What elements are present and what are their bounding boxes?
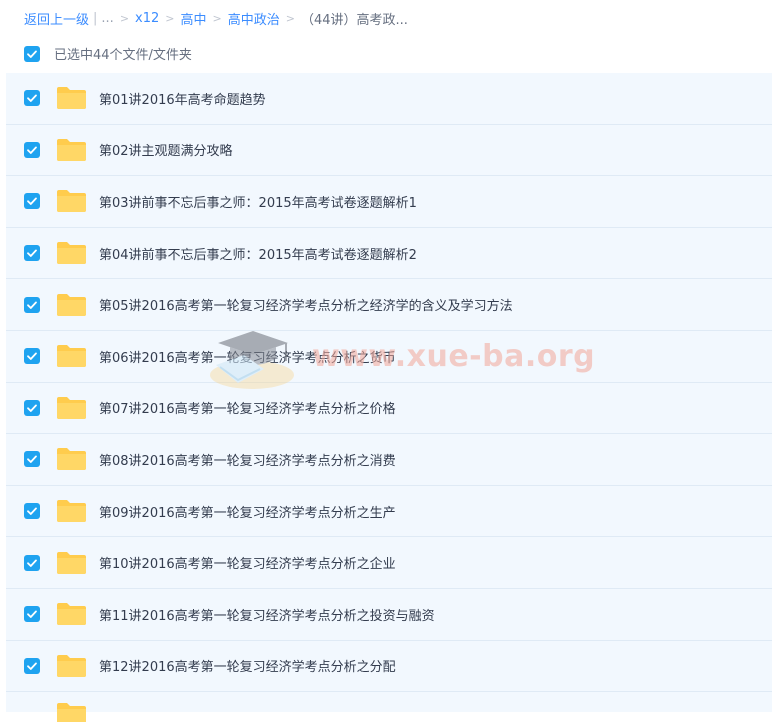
breadcrumb: 返回上一级 | ... > x12 > 高中 > 高中政治 > （44讲）高考政… (24, 8, 408, 28)
checkmark-icon (27, 662, 37, 670)
file-list: 第01讲2016年高考命题趋势 第02讲主观题满分攻略第03讲前事不忘后事之师：2… (6, 73, 772, 722)
file-name[interactable]: 第11讲2016高考第一轮复习经济学考点分析之投资与融资 (99, 605, 435, 624)
checkmark-icon (27, 94, 37, 103)
file-name[interactable]: 第08讲2016高考第一轮复习经济学考点分析之消费 (99, 450, 396, 469)
chevron-right-icon: > (165, 11, 175, 25)
file-name[interactable]: 第05讲2016高考第一轮复习经济学考点分析之经济学的含义及学习方法 (99, 295, 513, 314)
row-checkbox[interactable] (24, 90, 40, 107)
checkmark-icon (27, 455, 37, 464)
breadcrumb-ellipsis[interactable]: ... (101, 11, 113, 26)
selection-count-label: 已选中44个文件/文件夹 (54, 48, 192, 63)
file-row[interactable]: 第10讲2016高考第一轮复习经济学考点分析之企业 (6, 537, 772, 589)
file-name[interactable]: 第03讲前事不忘后事之师：2015年高考试卷逐题解析1 (99, 192, 417, 211)
file-row[interactable]: 第02讲主观题满分攻略 (6, 124, 772, 177)
folder-icon (57, 293, 86, 316)
chevron-right-icon: > (212, 11, 222, 25)
file-name[interactable]: 第07讲2016高考第一轮复习经济学考点分析之价格 (99, 398, 396, 417)
checkmark-icon (27, 404, 37, 412)
file-row[interactable]: 第12讲2016高考第一轮复习经济学考点分析之分配 (6, 640, 772, 693)
checkmark-icon (27, 301, 37, 309)
checkmark-icon (27, 249, 37, 257)
row-checkbox[interactable] (24, 606, 40, 623)
file-name[interactable]: 第02讲主观题满分攻略 (99, 140, 233, 159)
file-row[interactable]: 第08讲2016高考第一轮复习经济学考点分析之消费 (6, 434, 772, 486)
checkmark-icon (27, 610, 37, 619)
row-checkbox[interactable] (24, 554, 40, 571)
folder-icon (57, 87, 86, 110)
file-row[interactable]: 第09讲2016高考第一轮复习经济学考点分析之生产 (6, 485, 772, 538)
file-row[interactable]: 第05讲2016高考第一轮复习经济学考点分析之经济学的含义及学习方法 (6, 279, 772, 331)
folder-icon (57, 190, 86, 213)
checkmark-icon (27, 50, 37, 58)
checkmark-icon (27, 197, 37, 206)
checkmark-icon (27, 507, 37, 515)
file-name[interactable]: 第04讲前事不忘后事之师：2015年高考试卷逐题解析2 (99, 244, 417, 263)
checkmark-icon (27, 146, 37, 154)
checkmark-icon (27, 352, 37, 361)
back-link[interactable]: 返回上一级 (24, 9, 89, 28)
checkmark-icon (27, 559, 37, 567)
file-row[interactable]: 第11讲2016高考第一轮复习经济学考点分析之投资与融资 (6, 588, 772, 641)
file-name[interactable]: 第09讲2016高考第一轮复习经济学考点分析之生产 (99, 502, 396, 521)
chevron-right-icon: > (119, 11, 130, 25)
row-checkbox[interactable] (24, 451, 40, 468)
row-checkbox[interactable] (24, 193, 40, 210)
row-checkbox[interactable] (24, 503, 40, 520)
breadcrumb-item-high-school[interactable]: 高中 (181, 9, 207, 28)
file-row[interactable]: 第01讲2016年高考命题趋势 (6, 73, 772, 125)
row-checkbox[interactable] (24, 399, 40, 416)
row-checkbox[interactable] (24, 245, 40, 262)
select-all-checkbox[interactable] (24, 45, 40, 62)
file-name[interactable]: 第10讲2016高考第一轮复习经济学考点分析之企业 (99, 553, 396, 572)
folder-icon (57, 242, 86, 265)
folder-icon (57, 396, 86, 419)
folder-icon (57, 603, 86, 626)
file-row[interactable]: 第07讲2016高考第一轮复习经济学考点分析之价格 (6, 382, 772, 435)
folder-icon (57, 345, 86, 368)
row-checkbox[interactable] (24, 657, 40, 674)
file-name[interactable]: 第01讲2016年高考命题趋势 (99, 89, 266, 108)
file-name[interactable]: 第06讲2016高考第一轮复习经济学考点分析之货币 (99, 347, 396, 366)
breadcrumb-item-x12[interactable]: x12 (135, 11, 159, 26)
folder-icon (57, 703, 86, 722)
folder-icon (57, 500, 86, 523)
file-row[interactable]: 第04讲前事不忘后事之师：2015年高考试卷逐题解析2 (6, 227, 772, 280)
file-row[interactable]: 第03讲前事不忘后事之师：2015年高考试卷逐题解析1 (6, 176, 772, 228)
breadcrumb-current: （44讲）高考政... (300, 12, 408, 28)
file-name[interactable]: 第12讲2016高考第一轮复习经济学考点分析之分配 (99, 656, 396, 675)
folder-icon (57, 448, 86, 471)
breadcrumb-item-politics[interactable]: 高中政治 (228, 9, 280, 28)
file-row-partial (6, 692, 772, 722)
row-checkbox[interactable] (24, 348, 40, 365)
folder-icon (57, 654, 86, 677)
chevron-right-icon: > (285, 11, 295, 25)
select-all: 已选中44个文件/文件夹 (24, 44, 192, 63)
row-checkbox[interactable] (24, 296, 40, 313)
row-checkbox[interactable] (24, 141, 40, 158)
folder-icon (57, 551, 86, 574)
folder-icon (57, 138, 86, 161)
file-row[interactable]: 第06讲2016高考第一轮复习经济学考点分析之货币 (6, 330, 772, 383)
breadcrumb-divider: | (93, 10, 98, 26)
